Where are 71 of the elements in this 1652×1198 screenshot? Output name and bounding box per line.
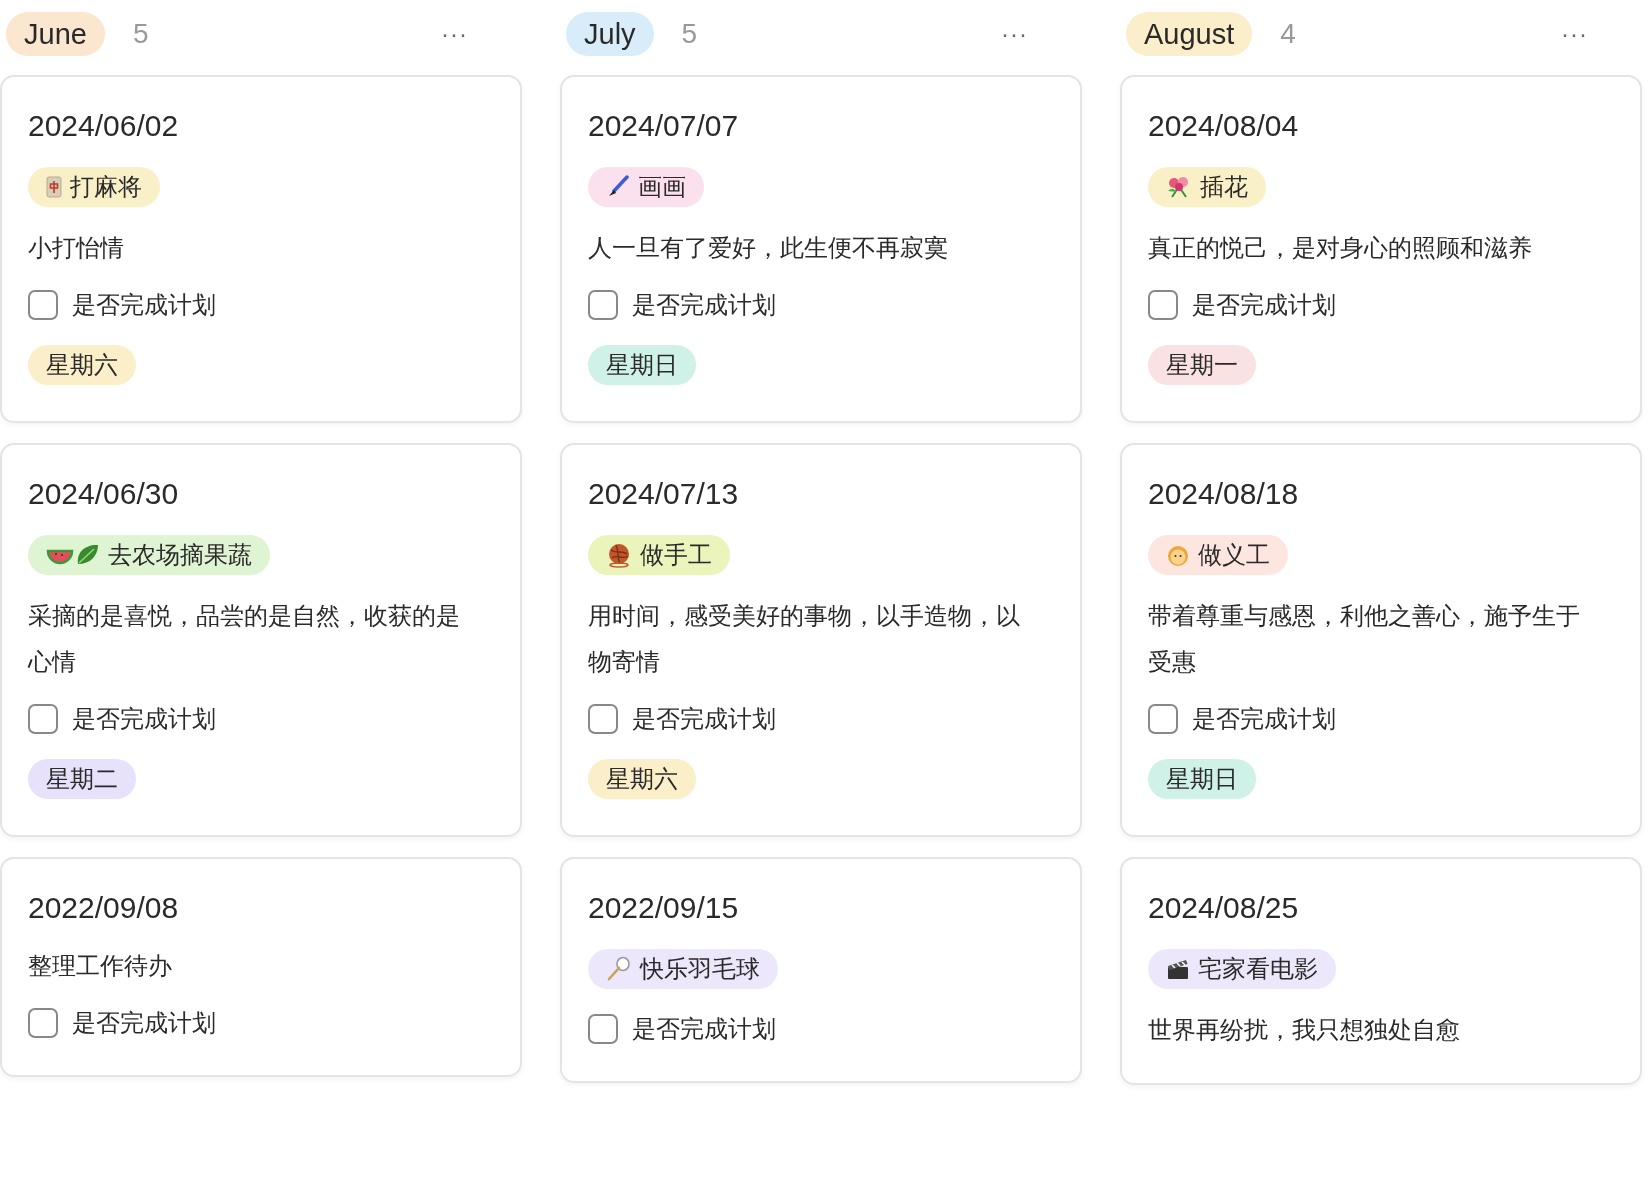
card-date: 2024/08/25 (1148, 891, 1299, 925)
card-note: 世界再纷扰，我只想独处自愈 (1148, 1015, 1460, 1045)
checkbox[interactable] (28, 1008, 58, 1038)
checkbox-label: 是否完成计划 (72, 290, 216, 320)
card-date: 2024/06/02 (28, 109, 179, 143)
checkbox-label: 是否完成计划 (72, 704, 216, 734)
card-date: 2024/08/18 (1148, 477, 1299, 511)
category-tag: 快乐羽毛球 (588, 949, 778, 989)
more-button[interactable]: ··· (1557, 20, 1592, 48)
checkbox[interactable] (28, 290, 58, 320)
card-note: 用时间，感受美好的事物，以手造物，以物寄情 (588, 601, 1021, 677)
card-note: 整理工作待办 (28, 951, 172, 981)
card-background[interactable]: 2022/09/08 整理工作待办 是否完成计划 (0, 857, 522, 1077)
checkbox-label: 是否完成计划 (632, 1014, 776, 1044)
weekday-tag: 星期六 (28, 345, 136, 385)
more-button[interactable]: ··· (437, 20, 472, 48)
category-tag: 做手工 (588, 535, 730, 575)
weekday-tag: 星期六 (588, 759, 696, 799)
yarn-ball-icon (606, 542, 632, 568)
card-note: 小打怡情 (28, 233, 124, 263)
checkbox-label: 是否完成计划 (632, 290, 776, 320)
checkbox-label: 是否完成计划 (1192, 704, 1336, 734)
column-title: August (1126, 12, 1253, 56)
card-background[interactable]: 2024/07/07 画画 人一旦有了爱好，此生便不再寂寞 是否完成计划 星期日 (560, 75, 1082, 423)
card-note: 真正的悦己，是对身心的照顾和滋养 (1148, 233, 1532, 263)
clapper-icon (1166, 957, 1190, 981)
category-tag: 宅家看电影 (1148, 949, 1336, 989)
card-count: 4 (1280, 18, 1296, 50)
weekday-tag: 星期日 (588, 345, 696, 385)
card-date: 2024/06/30 (28, 477, 179, 511)
tile-icon (46, 176, 62, 198)
column-title: July (566, 12, 654, 56)
checkbox-label: 是否完成计划 (72, 1008, 216, 1038)
card-background[interactable]: 2024/06/02 打麻将 小打怡情 是否完成计划 星期六 (0, 75, 522, 423)
weekday-tag: 星期二 (28, 759, 136, 799)
checkbox-label: 是否完成计划 (1192, 290, 1336, 320)
weekday-tag: 星期日 (1148, 759, 1256, 799)
category-tag: 去农场摘果蔬 (28, 535, 270, 575)
brush-icon (606, 175, 630, 199)
card-background[interactable]: 2024/06/30 去农场摘果蔬 采摘的是喜悦，品尝的是自然，收获的是心情 是否完成计划 星期二 (0, 443, 522, 837)
checkbox[interactable] (1148, 290, 1178, 320)
column-title: June (6, 12, 105, 56)
checkbox[interactable] (588, 290, 618, 320)
category-tag: 打麻将 (28, 167, 160, 207)
card-note: 采摘的是喜悦，品尝的是自然，收获的是心情 (28, 601, 461, 677)
card-background[interactable]: 2024/08/04 插花 真正的悦己，是对身心的照顾和滋养 是否完成计划 星期一 (1120, 75, 1642, 423)
card-date: 2024/08/04 (1148, 109, 1299, 143)
weekday-tag: 星期一 (1148, 345, 1256, 385)
more-button[interactable]: ··· (997, 20, 1032, 48)
category-tag: 插花 (1148, 167, 1266, 207)
checkbox[interactable] (28, 704, 58, 734)
card-date: 2024/07/13 (588, 477, 739, 511)
card-note: 带着尊重与感恩，利他之善心，施予生于受惠 (1148, 601, 1581, 677)
card-background[interactable]: 2024/08/18 做义工 带着尊重与感恩，利他之善心，施予生于受惠 是否完成计划 星期日 (1120, 443, 1642, 837)
face-icon (1166, 543, 1190, 567)
card-count: 5 (681, 18, 698, 50)
card-count: 5 (132, 18, 149, 50)
card-date: 2024/07/07 (588, 109, 739, 143)
checkbox[interactable] (588, 704, 618, 734)
card-background[interactable]: 2024/08/25 宅家看电影 世界再纷扰，我只想独处自愈 (1120, 857, 1642, 1085)
checkbox[interactable] (1148, 704, 1178, 734)
card-background[interactable]: 2022/09/15 快乐羽毛球 是否完成计划 (560, 857, 1082, 1083)
category-tag: 做义工 (1148, 535, 1288, 575)
category-tag: 画画 (588, 167, 704, 207)
card-date: 2022/09/08 (28, 891, 179, 925)
card-background[interactable]: 2024/07/13 做手工 用时间，感受美好的事物，以手造物，以物寄情 是否完成计划 星期六 (560, 443, 1082, 837)
card-note: 人一旦有了爱好，此生便不再寂寞 (588, 233, 948, 263)
checkbox[interactable] (588, 1014, 618, 1044)
racket-icon (606, 956, 632, 982)
checkbox-label: 是否完成计划 (632, 704, 776, 734)
card-date: 2022/09/15 (588, 891, 739, 925)
